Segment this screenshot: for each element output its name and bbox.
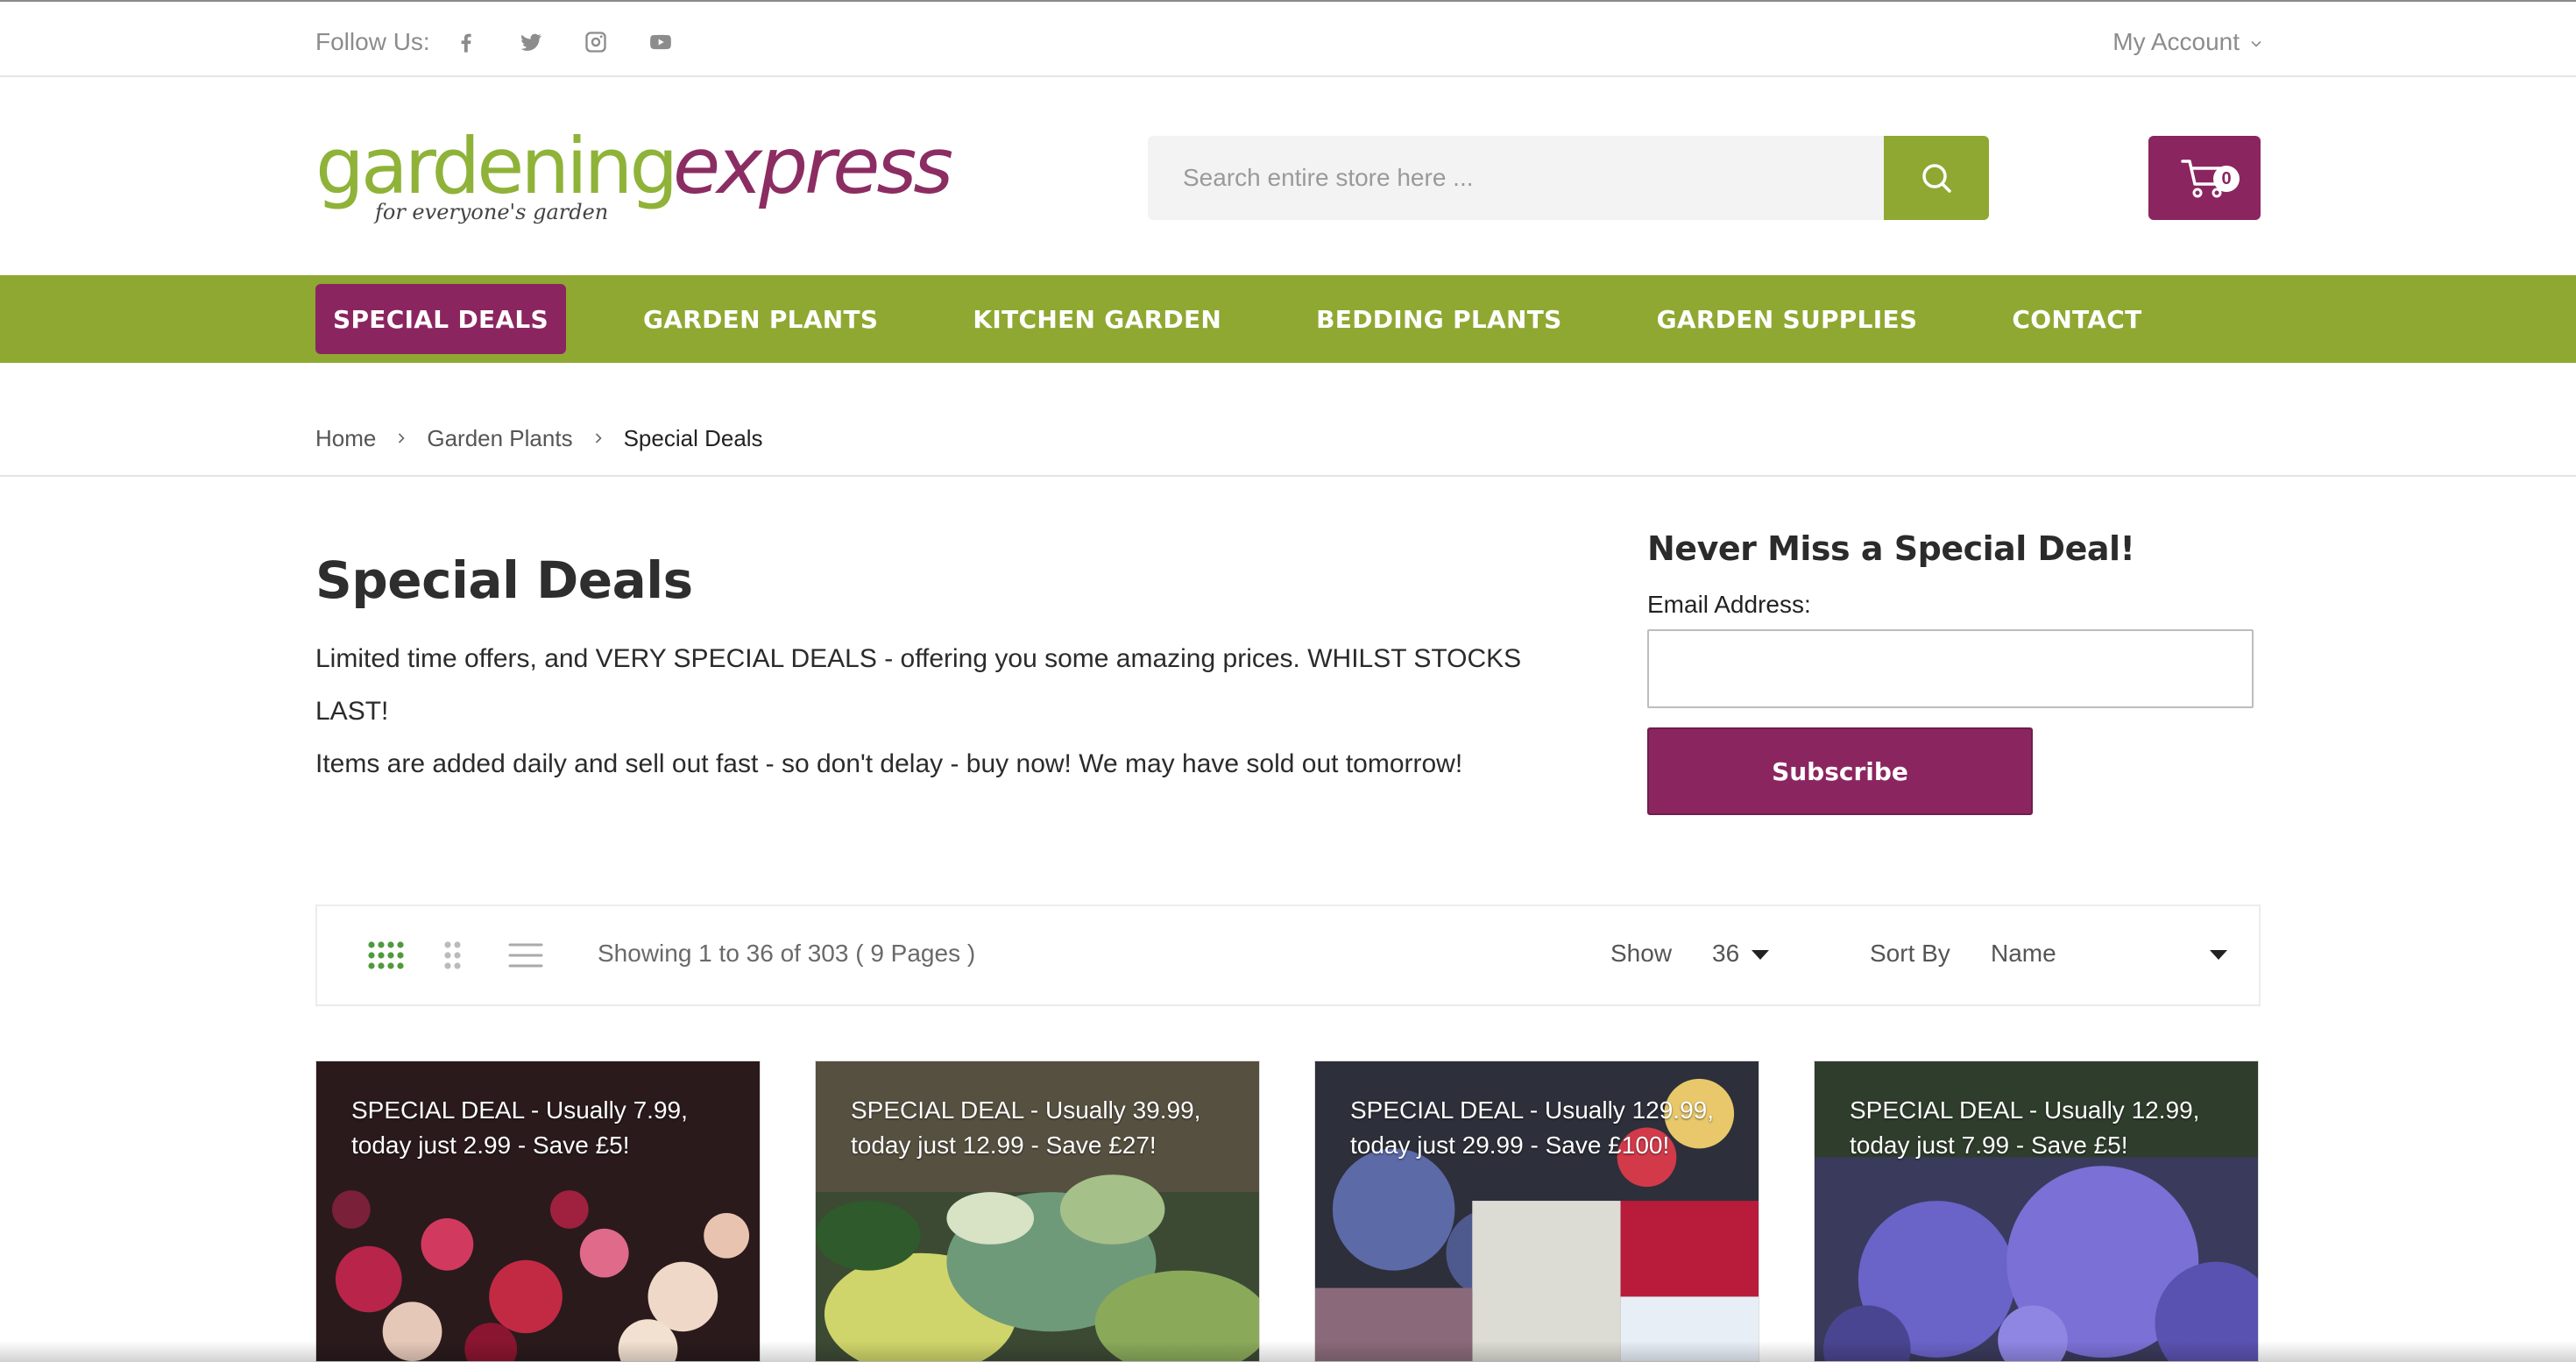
nav-item-kitchen-garden[interactable]: KITCHEN GARDEN	[955, 284, 1239, 354]
my-account-label: My Account	[2112, 28, 2240, 55]
my-account-menu[interactable]: My Account	[2112, 25, 2262, 60]
product-toolbar: Showing 1 to 36 of 303 ( 9 Pages ) Show …	[315, 904, 2261, 1006]
nav-item-special-deals[interactable]: SPECIAL DEALS	[315, 284, 566, 354]
page-title: Special Deals	[315, 550, 693, 610]
logo-word-gardening: gardening	[315, 121, 678, 211]
product-grid: SPECIAL DEAL - Usually 7.99, today just …	[315, 1061, 2261, 1362]
show-per-page-select[interactable]: 36	[1712, 940, 1770, 968]
breadcrumb-garden-plants[interactable]: Garden Plants	[427, 425, 572, 452]
page-intro: Limited time offers, and VERY SPECIAL DE…	[315, 633, 1586, 791]
follow-us-label: Follow Us:	[315, 28, 430, 55]
product-card[interactable]: SPECIAL DEAL - Usually 39.99, today just…	[815, 1061, 1260, 1362]
divider	[0, 475, 2576, 477]
cart-count-badge: 0	[2213, 166, 2240, 192]
nav-item-garden-plants[interactable]: GARDEN PLANTS	[626, 284, 895, 354]
facebook-icon[interactable]	[453, 29, 479, 55]
nav-item-garden-supplies[interactable]: GARDEN SUPPLIES	[1639, 284, 1936, 354]
chevron-right-icon	[399, 433, 405, 443]
product-card[interactable]: SPECIAL DEAL - Usually 12.99, today just…	[1814, 1061, 2259, 1362]
site-logo[interactable]: gardening express for everyone's garden	[315, 121, 953, 237]
breadcrumb-current: Special Deals	[623, 424, 763, 451]
email-field[interactable]	[1647, 629, 2254, 708]
sort-label: Sort By	[1870, 940, 1950, 967]
grid-large-view-icon[interactable]	[366, 940, 405, 971]
results-count: Showing 1 to 36 of 303 ( 9 Pages )	[598, 940, 976, 967]
chevron-down-icon	[2251, 40, 2261, 47]
newsletter-title: Never Miss a Special Deal!	[1647, 529, 2135, 568]
chevron-right-icon	[595, 433, 602, 443]
logo-word-express: express	[673, 121, 953, 211]
search-icon	[1922, 164, 1951, 193]
main-nav: SPECIAL DEALS GARDEN PLANTS KITCHEN GARD…	[0, 275, 2576, 363]
search-button[interactable]	[1884, 136, 1989, 220]
breadcrumb: Home Garden Plants Special Deals	[315, 421, 763, 456]
nav-item-contact[interactable]: CONTACT	[1994, 284, 2159, 354]
nav-item-bedding-plants[interactable]: BEDDING PLANTS	[1299, 284, 1579, 354]
list-view-icon[interactable]	[506, 940, 545, 971]
product-caption: SPECIAL DEAL - Usually 39.99, today just…	[851, 1096, 1201, 1159]
search-input[interactable]	[1148, 136, 1884, 220]
search-bar	[1148, 136, 1989, 220]
product-card[interactable]: SPECIAL DEAL - Usually 129.99, today jus…	[1314, 1061, 1759, 1362]
show-per-page-value: 36	[1712, 940, 1740, 967]
breadcrumb-home[interactable]: Home	[315, 425, 376, 452]
cart-button[interactable]: 0	[2148, 136, 2261, 220]
product-caption: SPECIAL DEAL - Usually 129.99, today jus…	[1350, 1096, 1715, 1159]
intro-line: Items are added daily and sell out fast …	[315, 749, 1463, 778]
youtube-icon[interactable]	[648, 29, 674, 55]
logo-tagline: for everyone's garden	[375, 200, 609, 224]
show-label: Show	[1610, 940, 1673, 967]
product-card[interactable]: SPECIAL DEAL - Usually 7.99, today just …	[315, 1061, 761, 1362]
instagram-icon[interactable]	[583, 29, 609, 55]
product-caption: SPECIAL DEAL - Usually 12.99, today just…	[1850, 1096, 2200, 1159]
sort-value: Name	[1991, 940, 2056, 967]
view-switcher	[366, 940, 577, 971]
site-header: gardening express for everyone's garden …	[0, 79, 2576, 275]
top-bar: Follow Us: My Account	[0, 2, 2576, 77]
grid-small-view-icon[interactable]	[436, 940, 475, 971]
caret-down-icon	[1752, 949, 1770, 960]
twitter-icon[interactable]	[518, 29, 544, 55]
intro-line: Limited time offers, and VERY SPECIAL DE…	[315, 644, 1522, 726]
caret-down-icon	[2210, 949, 2227, 960]
product-caption: SPECIAL DEAL - Usually 7.99, today just …	[351, 1096, 688, 1159]
sort-select[interactable]: Name	[1991, 940, 2227, 968]
follow-us: Follow Us:	[315, 25, 712, 60]
subscribe-button[interactable]: Subscribe	[1647, 727, 2033, 815]
email-label: Email Address:	[1647, 591, 1811, 618]
